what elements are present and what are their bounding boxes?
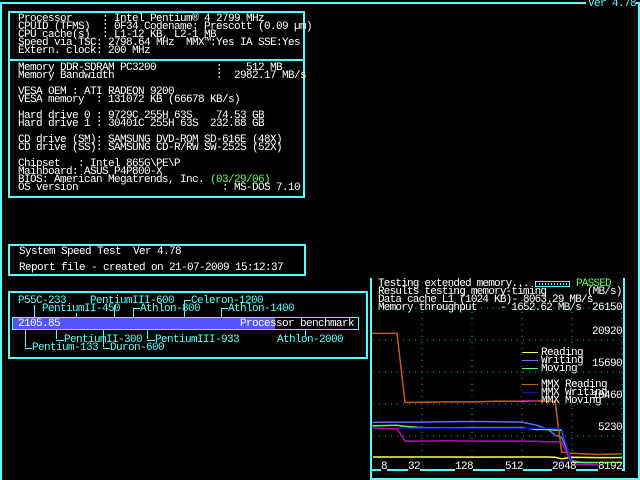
x-tick-label: 128 <box>455 461 474 473</box>
series-line-reading <box>373 456 622 460</box>
series-line-mmx-writing <box>373 427 622 466</box>
x-tick-label: 2048 <box>552 461 577 473</box>
legend-label: Moving <box>541 363 578 375</box>
legend-swatch <box>522 360 538 361</box>
legend-swatch <box>522 368 538 369</box>
x-tick-label: 512 <box>505 461 524 473</box>
y-tick-label: 26150 <box>592 302 623 314</box>
x-tick-label: 8192 <box>598 461 623 473</box>
legend-swatch <box>522 352 538 353</box>
x-tick-label: 32 <box>408 461 421 473</box>
legend-label: MMX Moving <box>541 395 602 407</box>
y-tick-label: 15690 <box>592 358 623 370</box>
legend-swatch <box>522 400 538 401</box>
legend-swatch <box>522 392 538 393</box>
series-line-mmx-moving <box>372 427 622 466</box>
y-tick-label: 5230 <box>598 422 623 434</box>
y-tick-label: 20920 <box>592 326 623 338</box>
memory-timing-chart <box>372 278 625 471</box>
x-tick-label: 8 <box>381 461 388 473</box>
legend-swatch <box>522 384 538 385</box>
